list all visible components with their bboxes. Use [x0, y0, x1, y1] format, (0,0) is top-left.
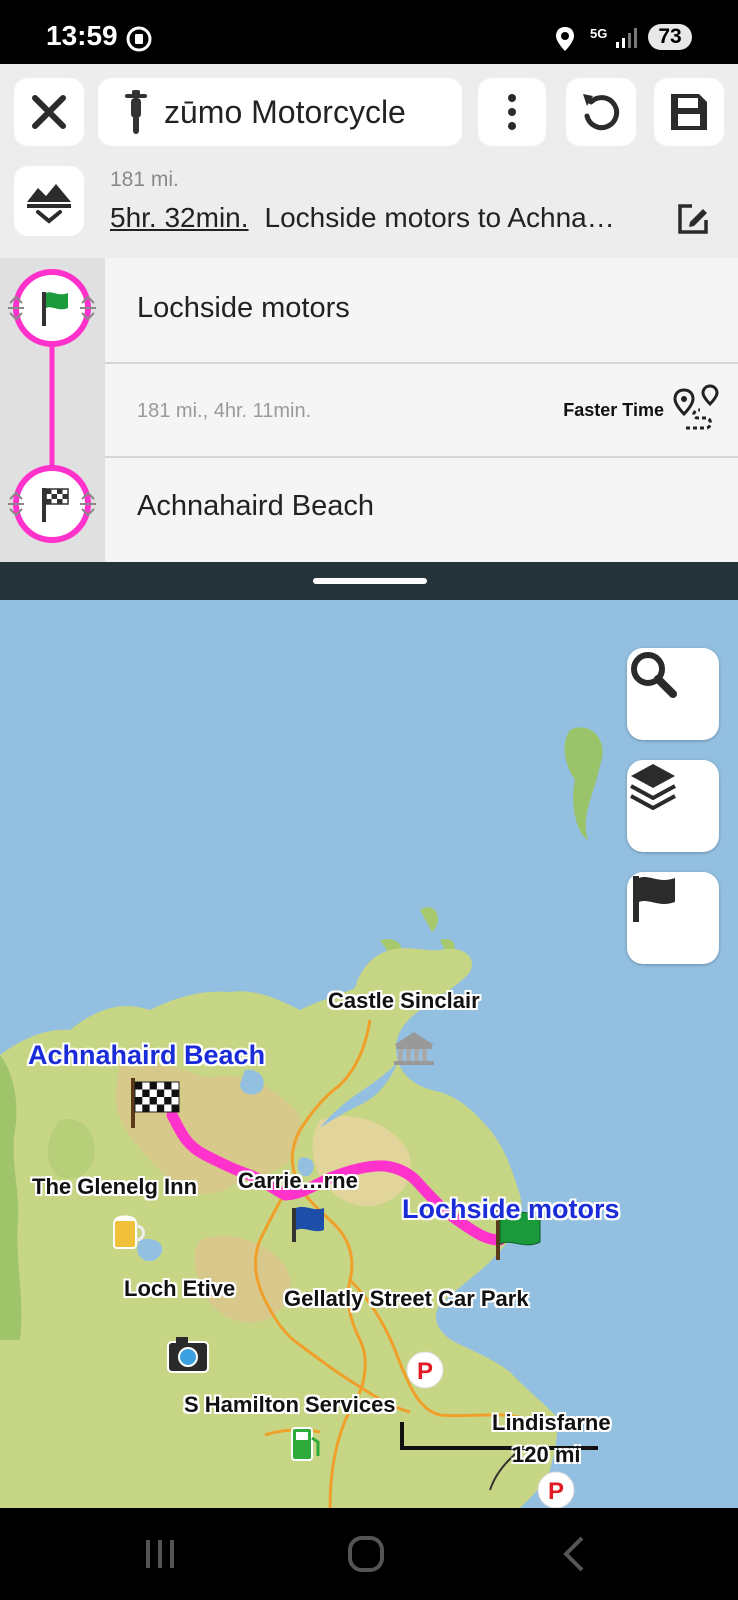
- panel-resize-bar[interactable]: [0, 562, 738, 600]
- flag-icon: [633, 876, 675, 922]
- save-button[interactable]: [654, 78, 724, 146]
- undo-button[interactable]: [566, 78, 636, 146]
- green-flag-icon: [42, 292, 68, 326]
- end-stop-row[interactable]: Achnahaird Beach: [105, 458, 738, 562]
- signal-icon: [616, 28, 637, 48]
- status-bar: 13:59 5G 73: [0, 0, 738, 64]
- checkered-flag-icon: [42, 488, 69, 522]
- elevation-toggle-button[interactable]: [14, 166, 84, 236]
- svg-text:P: P: [417, 1358, 433, 1385]
- route-distance: 181 mi.: [110, 168, 179, 191]
- poi-label-loch-etive[interactable]: Loch Etive: [124, 1276, 235, 1302]
- vehicle-profile-button[interactable]: zūmo Motorcycle: [98, 78, 462, 146]
- close-icon: [32, 95, 66, 129]
- location-icon: [556, 27, 574, 51]
- map-scale-label: 120 mi: [512, 1442, 581, 1467]
- search-icon: [631, 652, 677, 698]
- leg-info: 181 mi., 4hr. 11min.: [137, 400, 312, 422]
- poi-label-gellatly[interactable]: Gellatly Street Car Park: [284, 1286, 529, 1312]
- drag-handle[interactable]: [313, 578, 427, 584]
- start-stop-row[interactable]: Lochside motors: [105, 258, 738, 362]
- svg-text:P: P: [548, 1478, 564, 1505]
- poi-label-castle[interactable]: Castle Sinclair: [328, 988, 480, 1014]
- route-name: Lochside motors to Achna…: [264, 202, 615, 233]
- place-label-carrie: Carrie…rne: [238, 1168, 358, 1193]
- route-toolbar: zūmo Motorcycle 181 mi. 5hr. 32min. Lochs…: [0, 64, 738, 258]
- map-view[interactable]: P P Castle Sinclair Achnahaird Beach The…: [0, 600, 738, 1508]
- more-vertical-icon: [508, 94, 516, 130]
- start-stop-label: Lochside motors: [137, 292, 350, 324]
- save-icon: [671, 94, 707, 130]
- motorcycle-icon: [125, 90, 147, 134]
- start-point-label[interactable]: Lochside motors: [402, 1194, 620, 1225]
- recent-apps-icon[interactable]: [140, 1534, 180, 1574]
- layers-icon: [630, 764, 676, 810]
- route-type-icon[interactable]: [672, 384, 720, 434]
- end-stop-label: Achnahaird Beach: [137, 490, 374, 522]
- map-layers-button[interactable]: [627, 760, 719, 852]
- status-time: 13:59: [46, 20, 118, 51]
- back-icon[interactable]: [556, 1534, 596, 1574]
- poi-label-glenelg[interactable]: The Glenelg Inn: [32, 1174, 197, 1200]
- route-stops-panel: Lochside motors 181 mi., 4hr. 11min. Fas…: [0, 258, 738, 562]
- map-waypoint-button[interactable]: [627, 872, 719, 964]
- more-options-button[interactable]: [478, 78, 546, 146]
- route-summary[interactable]: 5hr. 32min. Lochside motors to Achna…: [110, 202, 670, 234]
- vehicle-profile-label: zūmo Motorcycle: [164, 93, 406, 130]
- system-nav-bar: [0, 1508, 738, 1600]
- home-icon[interactable]: [346, 1534, 386, 1574]
- poi-label-hamilton[interactable]: S Hamilton Services: [184, 1392, 396, 1418]
- leg-row[interactable]: 181 mi., 4hr. 11min. Faster Time: [105, 364, 738, 456]
- map-search-button[interactable]: [627, 648, 719, 740]
- network-type-label: 5G: [590, 26, 608, 41]
- route-type-label: Faster Time: [563, 400, 664, 420]
- end-point-label[interactable]: Achnahaird Beach: [28, 1040, 265, 1071]
- stops-rail: [0, 258, 105, 562]
- place-label-lindisfarne: Lindisfarne: [492, 1410, 611, 1435]
- screen-record-icon: [126, 26, 152, 52]
- elevation-profile-icon: [27, 184, 71, 224]
- battery-indicator: 73: [648, 24, 692, 50]
- edit-icon[interactable]: [676, 202, 710, 236]
- route-duration[interactable]: 5hr. 32min.: [110, 202, 249, 233]
- close-button[interactable]: [14, 78, 84, 146]
- undo-icon: [583, 94, 620, 131]
